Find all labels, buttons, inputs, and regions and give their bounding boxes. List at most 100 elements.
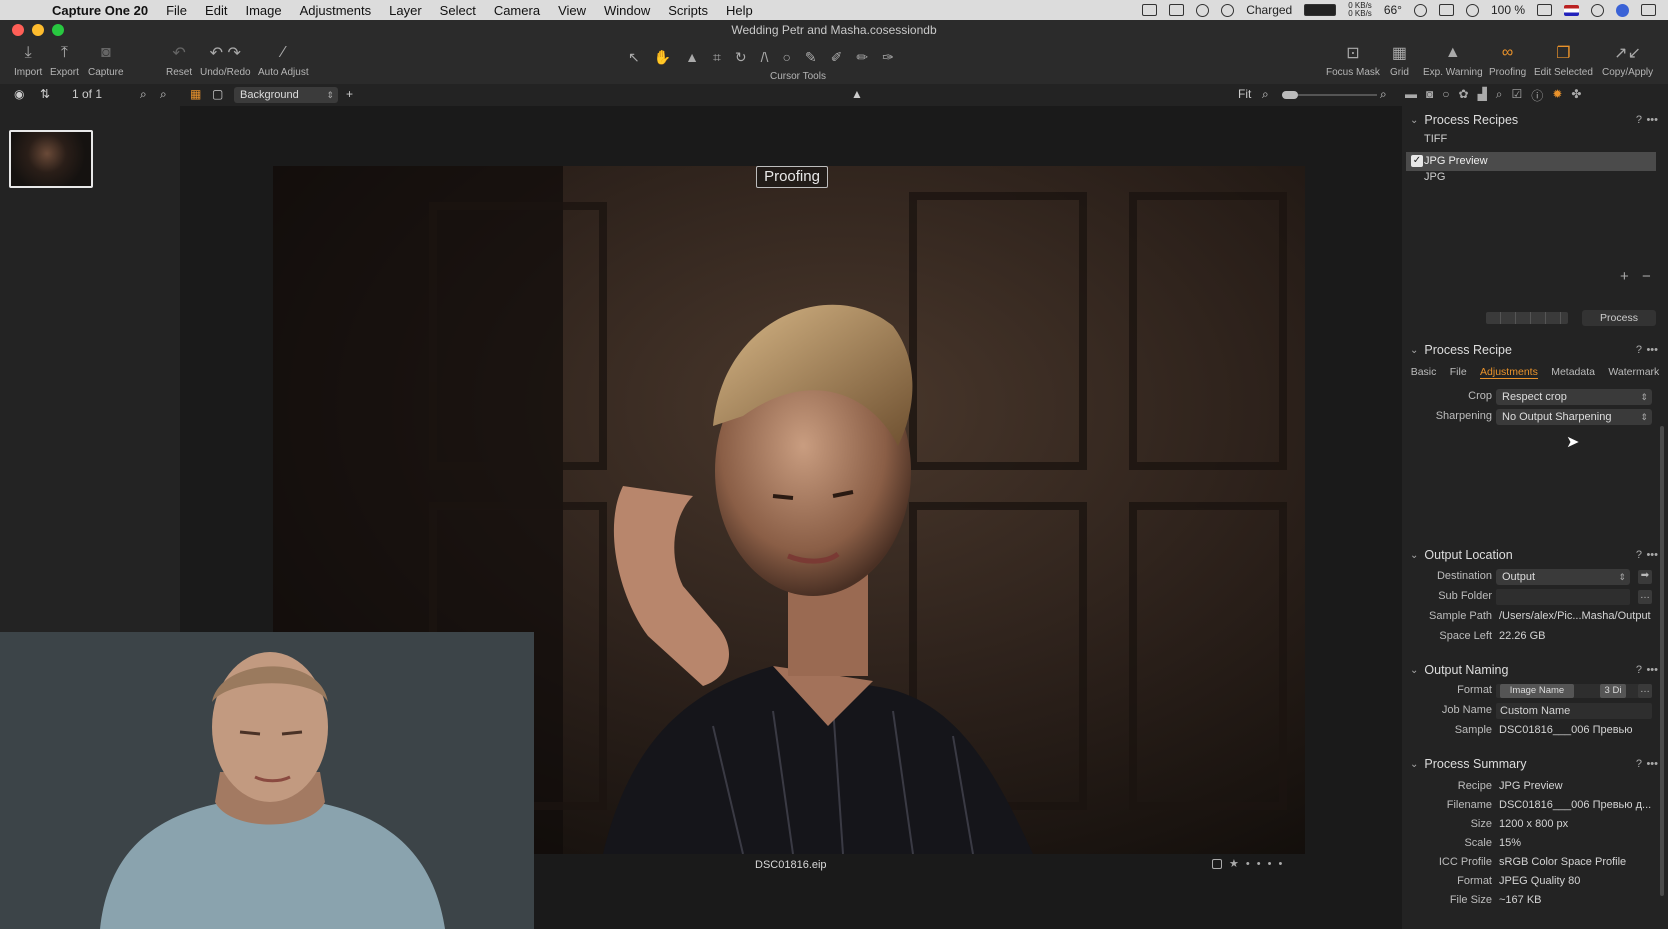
menu-extra-icon[interactable] <box>1221 3 1235 17</box>
recipe-item-tiff[interactable]: TIFF <box>1424 133 1447 145</box>
batch-tab-icon[interactable]: ✤ <box>1571 87 1581 104</box>
help-icon[interactable]: ? <box>1636 344 1642 356</box>
auto-adjust-button[interactable]: ⁄ Auto Adjust <box>258 42 309 78</box>
output-tab-icon[interactable]: ✹ <box>1552 87 1562 104</box>
crop-select[interactable]: Respect crop <box>1496 389 1652 405</box>
pan-hand-icon[interactable]: ✋ <box>654 49 671 66</box>
capture-button[interactable]: ◙ Capture <box>88 42 124 78</box>
recipe-item-jpg[interactable]: JPG <box>1424 171 1445 183</box>
screen-icon[interactable] <box>1169 4 1185 16</box>
tab-basic[interactable]: Basic <box>1411 366 1437 379</box>
airplay-icon[interactable] <box>1438 4 1454 16</box>
app-menu[interactable]: Capture One 20 <box>52 3 148 18</box>
zoom-slider-thumb[interactable] <box>1282 91 1298 99</box>
panel-scrollbar[interactable] <box>1660 426 1664 896</box>
notification-center-icon[interactable] <box>1641 4 1656 16</box>
eraser-icon[interactable]: ✏ <box>856 49 868 66</box>
help-icon[interactable]: ? <box>1636 549 1642 561</box>
menu-file[interactable]: File <box>166 3 187 18</box>
chevron-down-icon[interactable]: ⌄ <box>1410 665 1418 676</box>
adjustments-tab-icon[interactable]: ☑ <box>1512 87 1523 104</box>
eye-icon[interactable]: ◉ <box>14 87 24 101</box>
details-tab-icon[interactable]: ⌕ <box>1496 87 1503 104</box>
rating-dot[interactable]: • <box>1268 858 1272 870</box>
library-tab-icon[interactable]: ▬ <box>1405 87 1417 104</box>
search-icon[interactable]: ⌕ <box>140 87 147 102</box>
tab-adjustments[interactable]: Adjustments <box>1480 366 1538 379</box>
chevron-down-icon[interactable]: ⌄ <box>1410 345 1418 356</box>
export-button[interactable]: ⤒ Export <box>50 42 79 78</box>
menu-edit[interactable]: Edit <box>205 3 227 18</box>
grid-button[interactable]: ▦ Grid <box>1390 42 1409 78</box>
zoom-in-icon[interactable]: ⌕ <box>1380 87 1387 102</box>
import-button[interactable]: ⤓ Import <box>14 42 42 78</box>
help-icon[interactable]: ? <box>1636 664 1642 676</box>
recipe-checkbox[interactable]: ✓ <box>1411 155 1423 167</box>
help-icon[interactable]: ? <box>1636 758 1642 770</box>
chevron-down-icon[interactable]: ⌄ <box>1410 115 1418 126</box>
battery-icon[interactable] <box>1537 4 1552 16</box>
image-thumbnail[interactable] <box>9 130 93 188</box>
rating-dot[interactable]: • <box>1246 858 1250 870</box>
capture-tab-icon[interactable]: ◙ <box>1426 87 1433 104</box>
select-cursor-icon[interactable]: ↖ <box>628 49 640 66</box>
grid-view-icon[interactable]: ▦ <box>190 87 201 101</box>
menu-select[interactable]: Select <box>440 3 476 18</box>
chevron-down-icon[interactable]: ⌄ <box>1410 550 1418 561</box>
apple-icon[interactable] <box>24 2 40 18</box>
menu-window[interactable]: Window <box>604 3 650 18</box>
process-recipe-header[interactable]: ⌄ Process Recipe ? ••• <box>1402 338 1668 362</box>
menu-scripts[interactable]: Scripts <box>668 3 708 18</box>
siri-icon[interactable] <box>1616 3 1629 17</box>
format-token-counter[interactable]: 3 Di <box>1600 684 1626 698</box>
subfolder-field[interactable] <box>1496 589 1630 605</box>
remove-recipe-icon[interactable]: − <box>1642 268 1651 285</box>
menu-help[interactable]: Help <box>726 3 753 18</box>
output-naming-header[interactable]: ⌄ Output Naming ? ••• <box>1402 658 1668 682</box>
spotlight-icon[interactable] <box>1591 3 1604 17</box>
more-icon[interactable]: ••• <box>1646 549 1658 561</box>
metadata-tab-icon[interactable]: ⓘ <box>1531 87 1543 104</box>
color-picker-icon[interactable]: ✎ <box>805 49 817 66</box>
format-token-field[interactable]: Image Name 3 Di <box>1496 684 1652 698</box>
color-tab-icon[interactable]: ✿ <box>1459 87 1469 104</box>
loupe-icon[interactable]: ▲ <box>685 49 699 65</box>
more-icon[interactable]: ••• <box>1646 114 1658 126</box>
more-icon[interactable]: ••• <box>1646 344 1658 356</box>
color-tag-box[interactable] <box>1212 858 1222 869</box>
proofing-button[interactable]: ∞ Proofing <box>1489 42 1526 78</box>
spot-removal-icon[interactable]: ○ <box>782 49 790 65</box>
display-icon[interactable] <box>1142 4 1158 16</box>
lens-tab-icon[interactable]: ○ <box>1442 87 1449 104</box>
single-view-icon[interactable]: ▢ <box>212 87 223 101</box>
menu-view[interactable]: View <box>558 3 586 18</box>
sharpening-select[interactable]: No Output Sharpening <box>1496 409 1652 425</box>
brush-icon[interactable]: ✐ <box>831 49 843 66</box>
menu-image[interactable]: Image <box>245 3 281 18</box>
more-icon[interactable]: ••• <box>1646 664 1658 676</box>
minimize-window-icon[interactable] <box>32 24 44 36</box>
format-more-button[interactable]: … <box>1638 684 1652 698</box>
destination-select[interactable]: Output <box>1496 569 1630 585</box>
output-location-header[interactable]: ⌄ Output Location ? ••• <box>1402 543 1668 567</box>
annotation-icon[interactable]: ✑ <box>882 49 894 66</box>
star-icon[interactable]: ★ <box>1229 857 1239 870</box>
exposure-warning-small-icon[interactable]: ▲ <box>851 87 863 101</box>
exposure-warning-button[interactable]: ▲ Exp. Warning <box>1423 42 1483 78</box>
arrow-right-icon[interactable]: ➡ <box>1638 570 1652 584</box>
rotate-icon[interactable]: ↻ <box>735 49 747 66</box>
chevron-down-icon[interactable]: ⌄ <box>1410 759 1418 770</box>
wifi-icon[interactable] <box>1465 3 1479 17</box>
brightness-icon[interactable] <box>1413 3 1427 17</box>
zoom-out-icon[interactable]: ⌕ <box>1262 87 1269 102</box>
cloud-icon[interactable] <box>1196 3 1210 17</box>
process-summary-header[interactable]: ⌄ Process Summary ? ••• <box>1402 752 1668 776</box>
job-name-field[interactable]: Custom Name <box>1496 703 1652 719</box>
menu-layer[interactable]: Layer <box>389 3 422 18</box>
tab-watermark[interactable]: Watermark <box>1608 366 1659 379</box>
process-button[interactable]: Process <box>1582 310 1656 326</box>
tab-file[interactable]: File <box>1450 366 1467 379</box>
zoom-fit-label[interactable]: Fit <box>1238 87 1251 101</box>
filter-icon[interactable]: ⌕ <box>160 87 167 102</box>
more-icon[interactable]: ••• <box>1646 758 1658 770</box>
